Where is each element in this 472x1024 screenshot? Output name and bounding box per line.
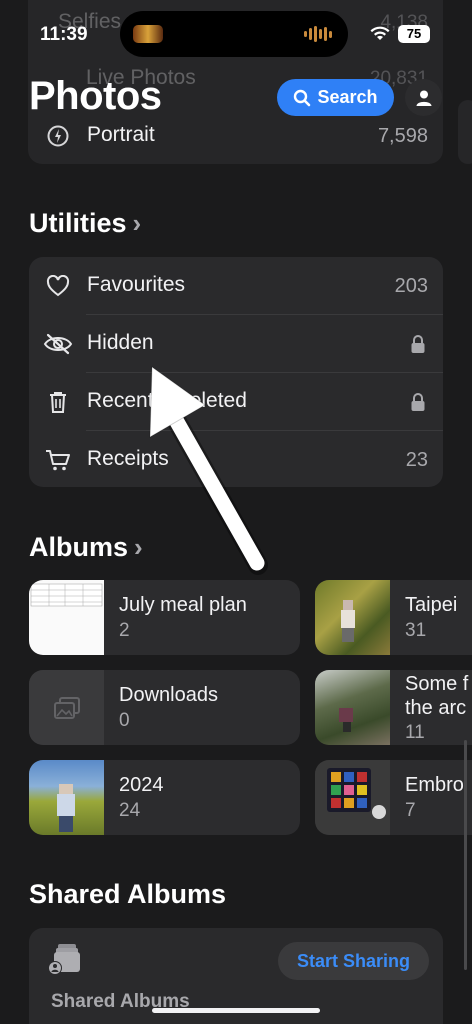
heart-icon: [45, 273, 71, 299]
album-count: 2: [119, 620, 130, 641]
album-thumbnail: [29, 760, 104, 835]
battery-indicator: 75: [398, 25, 430, 43]
lock-icon: [408, 331, 428, 357]
album-thumbnail: [29, 670, 104, 745]
trash-icon: [45, 389, 71, 415]
eye-slash-icon: [43, 331, 73, 357]
album-2024[interactable]: 2024 24: [29, 760, 300, 835]
shared-album-stack-icon: [46, 942, 82, 976]
album-name-line1: Some f: [405, 673, 469, 695]
utilities-heading[interactable]: Utilities ›: [29, 208, 141, 239]
albums-title: Albums: [29, 532, 129, 562]
album-count: 31: [405, 620, 427, 641]
status-bar: 11:39 75: [0, 0, 472, 62]
album-some-f[interactable]: Some f the arc 11: [315, 670, 472, 745]
chevron-right-icon: ›: [134, 532, 143, 562]
divider: [86, 430, 443, 431]
status-time: 11:39: [40, 24, 88, 45]
shared-albums-title: Shared Albums: [29, 879, 227, 909]
media-row-portrait-count: 7,598: [377, 125, 428, 147]
media-row-portrait[interactable]: Portrait: [87, 123, 155, 147]
utility-receipts[interactable]: Receipts: [87, 447, 169, 471]
album-thumbnail: [29, 580, 104, 655]
album-name-line2: the arc: [405, 697, 467, 719]
page-title: Photos: [29, 74, 162, 118]
utility-hidden[interactable]: Hidden: [87, 331, 154, 355]
album-july-meal-plan[interactable]: July meal plan 2: [29, 580, 300, 655]
divider: [86, 372, 443, 373]
divider: [86, 314, 443, 315]
chevron-right-icon: ›: [132, 208, 142, 238]
album-name: July meal plan: [119, 594, 247, 616]
album-embroi[interactable]: Embroi 7: [315, 760, 472, 835]
dynamic-island[interactable]: [120, 11, 348, 57]
lock-icon: [408, 389, 428, 415]
receipts-count: 23: [405, 449, 428, 471]
search-button-label: Search: [317, 87, 378, 107]
profile-button[interactable]: [405, 79, 442, 116]
wifi-icon: [370, 26, 390, 40]
album-count: 7: [405, 800, 416, 821]
utilities-title: Utilities: [29, 208, 127, 238]
album-taipei[interactable]: Taipei 31: [315, 580, 472, 655]
search-button[interactable]: Search: [277, 79, 394, 116]
album-downloads[interactable]: Downloads 0: [29, 670, 300, 745]
next-card-edge: [458, 100, 472, 164]
albums-heading[interactable]: Albums ›: [29, 532, 143, 563]
cart-icon: [45, 447, 71, 473]
scrollbar[interactable]: [464, 740, 467, 970]
album-count: 11: [405, 722, 425, 743]
album-name: Embroi: [405, 774, 469, 796]
utility-favourites[interactable]: Favourites: [87, 273, 185, 297]
album-thumbnail: [315, 580, 390, 655]
home-indicator[interactable]: [152, 1008, 320, 1013]
favourites-count: 203: [394, 275, 428, 297]
photo-stack-icon: [53, 696, 80, 719]
start-sharing-button[interactable]: Start Sharing: [278, 942, 429, 980]
album-thumbnail: [315, 760, 390, 835]
album-name: 2024: [119, 774, 164, 796]
album-name: Downloads: [119, 684, 218, 706]
album-count: 0: [119, 710, 130, 731]
album-thumbnail: [315, 670, 390, 745]
album-name: Some f the arc: [405, 672, 468, 720]
album-count: 24: [119, 800, 141, 821]
audio-waveform-icon: [304, 26, 332, 42]
now-playing-artwork: [133, 25, 163, 43]
person-icon: [416, 90, 431, 106]
album-name: Taipei: [405, 594, 458, 616]
shared-albums-heading: Shared Albums: [29, 879, 226, 910]
utility-recently-deleted[interactable]: Recently Deleted: [87, 389, 247, 413]
search-icon: [294, 89, 311, 106]
portrait-icon: [45, 123, 71, 149]
